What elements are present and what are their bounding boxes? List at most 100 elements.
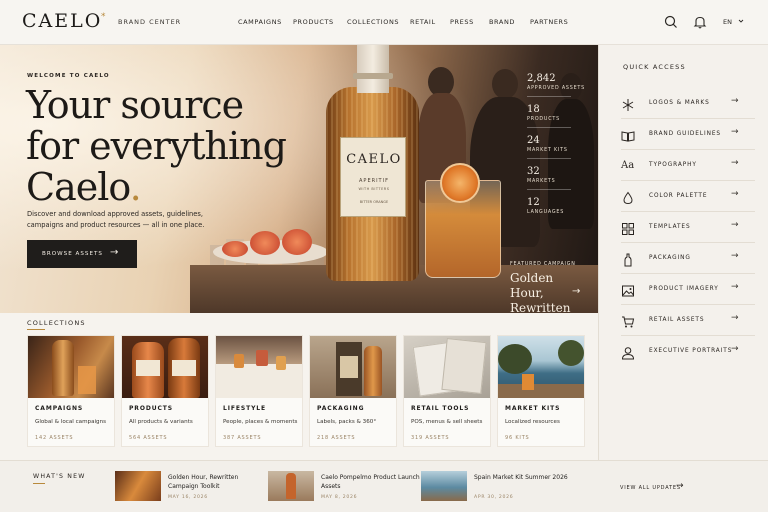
top-header: CAELO * BRAND CENTER CAMPAIGNS PRODUCTS … [0, 0, 768, 45]
update-item[interactable]: Caelo Pompelmo Product Launch Assets MAY… [268, 471, 420, 503]
search-icon[interactable] [663, 14, 679, 30]
person-icon [621, 345, 635, 360]
quick-access-label: RETAIL ASSETS [649, 317, 705, 323]
hero-banner: WELCOME TO CAELO Your source for everyth… [0, 45, 598, 313]
collection-count: 142 ASSETS [35, 435, 74, 441]
collection-card-lifestyle[interactable]: LIFESTYLE People, places & moments 387 A… [215, 335, 303, 447]
quick-access-typography[interactable]: Aa TYPOGRAPHY → [621, 150, 755, 181]
collection-image [404, 336, 490, 398]
quick-access-product-imagery[interactable]: PRODUCT IMAGERY → [621, 274, 755, 305]
bottle-icon [621, 252, 635, 267]
stat-label: MARKETS [527, 179, 556, 184]
update-item[interactable]: Golden Hour, Rewritten Campaign Toolkit … [115, 471, 265, 503]
quick-access-templates[interactable]: TEMPLATES → [621, 212, 755, 243]
chevron-down-icon [738, 18, 744, 26]
stat-divider [527, 96, 571, 97]
update-title: Caelo Pompelmo Product Launch Assets [321, 474, 420, 490]
stat-approved-assets: 2,842 APPROVED ASSETS [527, 73, 587, 97]
update-thumbnail [421, 471, 467, 501]
quick-access-retail-assets[interactable]: RETAIL ASSETS → [621, 305, 755, 336]
collection-card-retail-tools[interactable]: RETAIL TOOLS POS, menus & sell sheets 31… [403, 335, 491, 447]
quick-access-label: EXECUTIVE PORTRAITS [649, 348, 733, 354]
arrow-right-icon[interactable]: → [572, 286, 580, 297]
logo-star-mark: * [101, 12, 106, 22]
quick-access-executive-portraits[interactable]: EXECUTIVE PORTRAITS → [621, 336, 755, 367]
quick-access-logos[interactable]: LOGOS & MARKS → [621, 88, 755, 119]
orange-slice-garnish [440, 163, 480, 203]
arrow-right-icon[interactable]: → [676, 481, 684, 491]
nav-campaigns[interactable]: CAMPAIGNS [238, 18, 282, 26]
collection-description: All products & variants [129, 419, 193, 425]
collection-description: POS, menus & sell sheets [411, 419, 483, 425]
nav-partners[interactable]: PARTNERS [530, 18, 568, 26]
quick-access-label: COLOR PALETTE [649, 193, 708, 199]
collection-card-packaging[interactable]: PACKAGING Labels, packs & 360° 218 ASSET… [309, 335, 397, 447]
collection-image [122, 336, 208, 398]
stat-label: LANGUAGES [527, 210, 565, 215]
arrow-right-icon: → [110, 247, 120, 258]
language-label: EN [723, 18, 732, 26]
update-thumbnail [115, 471, 161, 501]
collection-description: Global & local campaigns [35, 419, 107, 425]
quick-access-packaging[interactable]: PACKAGING → [621, 243, 755, 274]
collection-card-market-kits[interactable]: MARKET KITS Localized resources 96 KITS [497, 335, 585, 447]
arrow-right-icon: → [731, 251, 739, 261]
update-thumbnail [268, 471, 314, 501]
stat-divider [527, 158, 571, 159]
collection-card-campaigns[interactable]: CAMPAIGNS Global & local campaigns 142 A… [27, 335, 115, 447]
collection-title: RETAIL TOOLS [411, 405, 470, 412]
nav-products[interactable]: PRODUCTS [293, 18, 334, 26]
stat-divider [527, 127, 571, 128]
update-date: APR 30, 2026 [474, 495, 514, 500]
quick-access-label: TYPOGRAPHY [649, 162, 697, 168]
update-date: MAY 8, 2026 [321, 495, 358, 500]
bottle-cap-ring [353, 73, 393, 79]
arrow-right-icon: → [731, 127, 739, 137]
collection-title: LIFESTYLE [223, 405, 267, 412]
view-all-updates-link[interactable]: VIEW ALL UPDATES [620, 485, 681, 491]
browse-assets-button[interactable]: BROWSE ASSETS → [27, 240, 137, 268]
grid-icon [621, 221, 635, 235]
grapefruit-slice [222, 241, 248, 257]
update-title: Spain Market Kit Summer 2026 [474, 474, 568, 481]
language-selector[interactable]: EN [723, 18, 744, 26]
update-item[interactable]: Spain Market Kit Summer 2026 APR 30, 202… [421, 471, 571, 503]
featured-campaign-kicker: FEATURED CAMPAIGN [510, 262, 576, 267]
stat-languages: 12 LANGUAGES [527, 197, 587, 215]
arrow-right-icon: → [731, 158, 739, 168]
stat-divider [527, 189, 571, 190]
whats-new-underline [33, 483, 45, 484]
brand-logo[interactable]: CAELO [22, 10, 102, 32]
collection-title: CAMPAIGNS [35, 405, 84, 412]
book-icon [621, 128, 635, 142]
collection-image [216, 336, 302, 398]
bottle-type-text: APERITIF [359, 178, 389, 184]
typography-icon: Aa [621, 160, 635, 171]
hero-kicker: WELCOME TO CAELO [27, 73, 110, 79]
stat-label: PRODUCTS [527, 117, 560, 122]
quick-access-guidelines[interactable]: BRAND GUIDELINES → [621, 119, 755, 150]
whats-new-heading: WHAT'S NEW [33, 473, 86, 480]
collection-card-products[interactable]: PRODUCTS All products & variants 564 ASS… [121, 335, 209, 447]
bottle-brand-text: CAELO [346, 152, 402, 167]
stat-markets: 32 MARKETS [527, 166, 587, 190]
bell-icon[interactable] [692, 14, 708, 30]
nav-collections[interactable]: COLLECTIONS [347, 18, 399, 26]
stat-value: 32 [527, 166, 540, 177]
arrow-right-icon: → [731, 220, 739, 230]
quick-access-color-palette[interactable]: COLOR PALETTE → [621, 181, 755, 212]
stat-value: 12 [527, 197, 540, 208]
nav-press[interactable]: PRESS [450, 18, 474, 26]
headline-line: Caelo [26, 165, 131, 209]
stat-market-kits: 24 MARKET KITS [527, 135, 587, 159]
update-title: Golden Hour, Rewritten Campaign Toolkit [168, 474, 239, 490]
grapefruit-half [250, 231, 280, 255]
quick-access-label: PRODUCT IMAGERY [649, 286, 719, 292]
collection-title: PRODUCTS [129, 405, 173, 412]
collection-title: MARKET KITS [505, 405, 561, 412]
grapefruit-half [282, 229, 312, 255]
collection-title: PACKAGING [317, 405, 365, 412]
nav-brand[interactable]: BRAND [489, 18, 515, 26]
quick-access-label: TEMPLATES [649, 224, 691, 230]
nav-retail[interactable]: RETAIL [410, 18, 436, 26]
